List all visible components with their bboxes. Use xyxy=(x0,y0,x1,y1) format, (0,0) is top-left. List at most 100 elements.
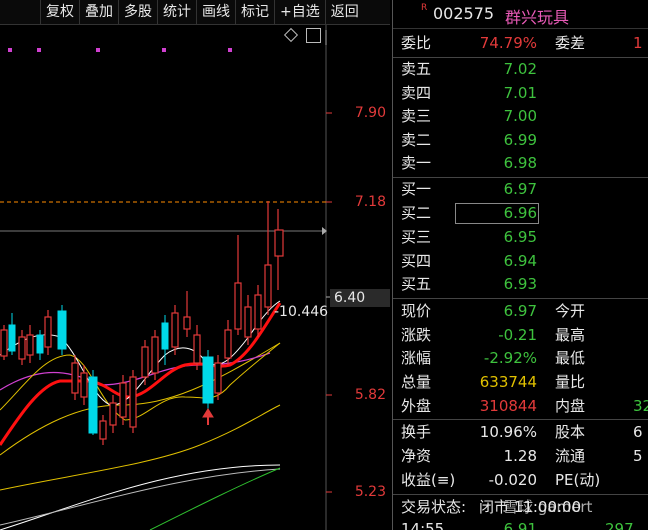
liangbi-label: 量比 xyxy=(555,373,586,391)
neipan-label: 内盘 xyxy=(555,397,586,415)
stat-row: 总量 633744 量比 xyxy=(393,371,648,394)
price-tick-3: 5.82 xyxy=(354,387,386,403)
overlay-button[interactable]: 叠加 xyxy=(79,0,118,24)
buy5-label: 买五 xyxy=(401,275,432,293)
add-watchlist-button[interactable]: +自选 xyxy=(274,0,325,24)
weibi-value: 74.79% xyxy=(479,34,537,52)
trade-status-row: 交易状态: 闭市 11:00:00 雪球 gamert xyxy=(393,496,648,519)
zhangfu-label: 涨幅 xyxy=(401,349,432,367)
huanshou-value: 10.96% xyxy=(479,423,537,441)
stock-header: R 002575 群兴玩具 xyxy=(393,0,648,29)
sell4-label: 卖四 xyxy=(401,84,432,102)
weicha-label: 委差 xyxy=(555,34,586,52)
quote-panel: R 002575 群兴玩具 委比 74.79% 委差 1 卖五 7.02 卖四 7.… xyxy=(392,0,648,530)
price-tick-2: 7.18 xyxy=(354,194,386,210)
buy-arrow-icon xyxy=(202,408,214,425)
stat-row: 涨跌 -0.21 最高 xyxy=(393,324,648,347)
order-row[interactable]: 买四 6.94 xyxy=(393,250,648,273)
tick-time: 14:55 xyxy=(401,520,445,530)
window-toggle-icon[interactable] xyxy=(306,28,321,43)
price-tick-1: 7.90 xyxy=(354,105,386,121)
weibi-row: 委比 74.79% 委差 1 xyxy=(393,32,648,55)
watermark: 雪球 gamert xyxy=(503,498,593,516)
candlesticks xyxy=(0,201,284,445)
chart-toolbar: 复权 叠加 多股 统计 画线 标记 +自选 返回 xyxy=(0,0,390,25)
kline-svg[interactable] xyxy=(0,25,392,530)
xianjia-label: 现价 xyxy=(401,302,432,320)
statistics-button[interactable]: 统计 xyxy=(157,0,196,24)
shouyi-label: 收益(≡) xyxy=(401,471,456,489)
back-button[interactable]: 返回 xyxy=(324,0,364,24)
stock-code[interactable]: 002575 xyxy=(433,4,494,23)
order-row[interactable]: 卖二 6.99 xyxy=(393,129,648,152)
order-row[interactable]: 卖四 7.01 xyxy=(393,82,648,105)
order-row[interactable]: 买二 6.96 xyxy=(393,202,648,225)
order-row[interactable]: 买一 6.97 xyxy=(393,178,648,201)
liutong-value: 5 xyxy=(633,447,643,465)
xianjia-value: 6.97 xyxy=(503,302,537,320)
pe-label: PE(动) xyxy=(555,471,601,489)
order-row[interactable]: 卖一 6.98 xyxy=(393,152,648,175)
multi-stock-button[interactable]: 多股 xyxy=(118,0,157,24)
guben-value: 6 xyxy=(633,423,643,441)
r-mark: R xyxy=(421,3,428,13)
sell2-label: 卖二 xyxy=(401,131,432,149)
order-row[interactable]: 卖三 7.00 xyxy=(393,105,648,128)
sell4-price: 7.01 xyxy=(503,84,537,102)
sell3-label: 卖三 xyxy=(401,107,432,125)
buy3-price: 6.95 xyxy=(503,228,537,246)
sell1-label: 卖一 xyxy=(401,154,432,172)
buy1-price: 6.97 xyxy=(503,180,537,198)
waipan-value: 310844 xyxy=(479,397,537,415)
buy4-label: 买四 xyxy=(401,252,432,270)
price-tick-4: 5.23 xyxy=(354,484,386,500)
jinkai-label: 今开 xyxy=(555,302,586,320)
stat-row: 收益(≡) -0.020 PE(动) xyxy=(393,469,648,492)
stat-row: 涨幅 -2.92% 最低 xyxy=(393,347,648,370)
tick-volume: 297 xyxy=(605,520,634,530)
buy3-label: 买三 xyxy=(401,228,432,246)
current-price-tick: 6.40 xyxy=(330,289,390,307)
weicha-value: 1 xyxy=(633,34,643,52)
buy2-label: 买二 xyxy=(401,204,432,222)
draw-line-button[interactable]: 画线 xyxy=(196,0,235,24)
jingzi-value: 1.28 xyxy=(503,447,537,465)
huanshou-label: 换手 xyxy=(401,423,432,441)
kline-chart[interactable]: 7.90 7.18 5.82 5.23 6.40 -10.446 xyxy=(0,25,392,530)
liutong-label: 流通 xyxy=(555,447,586,465)
zhangdie-value: -0.21 xyxy=(498,326,537,344)
buy2-price: 6.96 xyxy=(503,204,537,222)
zhangdie-label: 涨跌 xyxy=(401,326,432,344)
zhangfu-value: -2.92% xyxy=(483,349,537,367)
stat-row: 净资 1.28 流通 5 xyxy=(393,445,648,468)
buy1-label: 买一 xyxy=(401,180,432,198)
order-row[interactable]: 卖五 7.02 xyxy=(393,58,648,81)
mark-button[interactable]: 标记 xyxy=(235,0,274,24)
tick-price: 6.91 xyxy=(503,520,537,530)
shouyi-value: -0.020 xyxy=(488,471,537,489)
tick-row: 14:55 6.91 297 xyxy=(393,519,648,530)
stock-name[interactable]: 群兴玩具 xyxy=(505,4,569,28)
buy5-price: 6.93 xyxy=(503,275,537,293)
sell2-price: 6.99 xyxy=(503,131,537,149)
top-markers xyxy=(8,48,232,52)
zuidi-label: 最低 xyxy=(555,349,586,367)
status-label: 交易状态: xyxy=(401,498,467,516)
jingzi-label: 净资 xyxy=(401,447,432,465)
order-row[interactable]: 买三 6.95 xyxy=(393,226,648,249)
sell1-price: 6.98 xyxy=(503,154,537,172)
stat-row: 现价 6.97 今开 xyxy=(393,300,648,323)
stat-row: 外盘 310844 内盘 32 xyxy=(393,395,648,418)
guben-label: 股本 xyxy=(555,423,586,441)
waipan-label: 外盘 xyxy=(401,397,432,415)
order-row[interactable]: 买五 6.93 xyxy=(393,273,648,296)
zongliang-label: 总量 xyxy=(401,373,432,391)
fuquan-button[interactable]: 复权 xyxy=(40,0,79,24)
zongliang-value: 633744 xyxy=(479,373,537,391)
buy4-price: 6.94 xyxy=(503,252,537,270)
stat-row: 换手 10.96% 股本 6 xyxy=(393,421,648,444)
zuigao-label: 最高 xyxy=(555,326,586,344)
sell3-price: 7.00 xyxy=(503,107,537,125)
sell5-label: 卖五 xyxy=(401,60,432,78)
